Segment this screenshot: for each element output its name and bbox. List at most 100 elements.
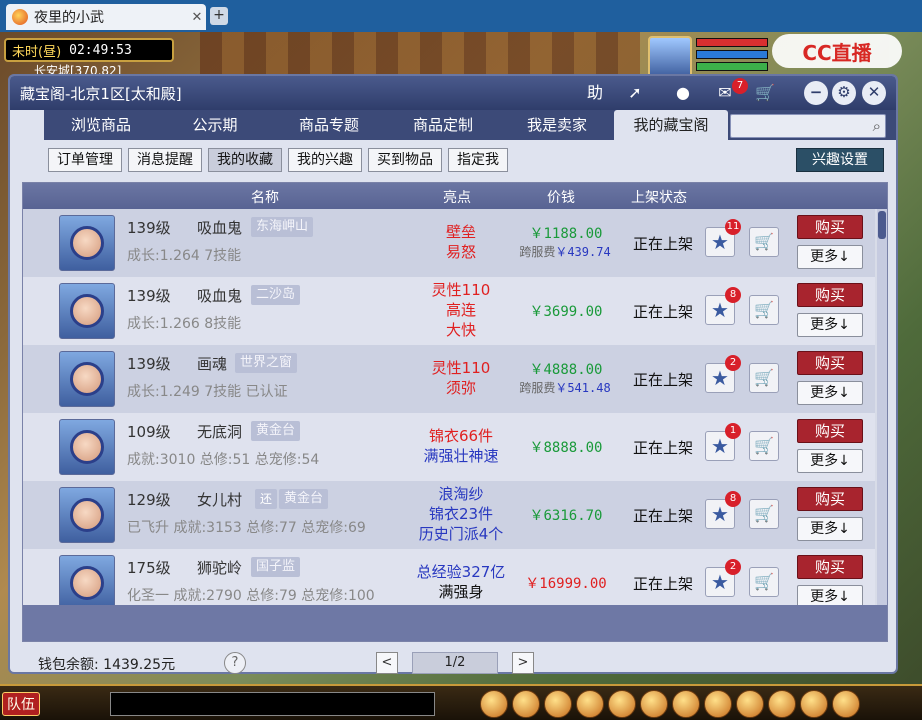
- add-to-cart-icon[interactable]: 🛒: [749, 295, 779, 325]
- add-to-cart-icon[interactable]: 🛒: [749, 499, 779, 529]
- treasure-pavilion-dialog: 藏宝阁-北京1区[太和殿] 助 ➚ ● ✉ 7 🛒 − ⚙ ✕ 浏览商品 公示期…: [8, 74, 898, 674]
- shortcut-icon[interactable]: [704, 690, 732, 718]
- shortcut-icon[interactable]: [544, 690, 572, 718]
- minimize-button[interactable]: −: [804, 81, 828, 105]
- subtab-notifications[interactable]: 消息提醒: [128, 148, 202, 172]
- shortcut-icon[interactable]: [512, 690, 540, 718]
- subtab-interests[interactable]: 我的兴趣: [288, 148, 362, 172]
- browser-tab[interactable]: 夜里的小武 ✕: [6, 4, 206, 30]
- record-icon[interactable]: ●: [670, 81, 696, 105]
- character-avatar[interactable]: [59, 419, 115, 475]
- character-summary: 成长:1.249 7技能 已认证: [127, 384, 288, 400]
- shortcut-icon[interactable]: [608, 690, 636, 718]
- search-input[interactable]: ⌕: [730, 114, 886, 138]
- character-avatar[interactable]: [59, 487, 115, 543]
- tab-topics[interactable]: 商品专题: [272, 110, 386, 140]
- shortcut-icon[interactable]: [480, 690, 508, 718]
- subtab-assigned-to-me[interactable]: 指定我: [448, 148, 508, 172]
- col-status: 上架状态: [631, 190, 687, 206]
- close-tab-icon[interactable]: ✕: [188, 10, 206, 25]
- tab-browse[interactable]: 浏览商品: [44, 110, 158, 140]
- add-to-cart-icon[interactable]: 🛒: [749, 363, 779, 393]
- table-body[interactable]: 139级 吸血鬼 东海岬山 成长:1.264 7技能 壁垒 易怒 ￥1188.00 跨服费￥4…: [23, 209, 875, 605]
- shortcut-icon[interactable]: [800, 690, 828, 718]
- shortcut-icon[interactable]: [832, 690, 860, 718]
- wallet-balance: 钱包余额: 1439.25元: [38, 654, 175, 674]
- interest-settings-button[interactable]: 兴趣设置: [796, 148, 884, 172]
- buy-button[interactable]: 购买: [797, 215, 863, 239]
- tab-public[interactable]: 公示期: [158, 110, 272, 140]
- next-page-button[interactable]: >: [512, 652, 534, 674]
- more-button[interactable]: 更多↓: [797, 313, 863, 337]
- shortcut-icon[interactable]: [640, 690, 668, 718]
- add-to-cart-icon[interactable]: 🛒: [749, 567, 779, 597]
- character-avatar[interactable]: [59, 351, 115, 407]
- scrollbar-thumb[interactable]: [878, 211, 886, 239]
- character-level: 109级: [127, 423, 171, 441]
- add-to-cart-icon[interactable]: 🛒: [749, 431, 779, 461]
- more-button[interactable]: 更多↓: [797, 585, 863, 605]
- subtab-orders[interactable]: 订单管理: [48, 148, 122, 172]
- buy-button[interactable]: 购买: [797, 351, 863, 375]
- subtab-purchased[interactable]: 买到物品: [368, 148, 442, 172]
- subtab-favorites[interactable]: 我的收藏: [208, 148, 282, 172]
- more-button[interactable]: 更多↓: [797, 381, 863, 405]
- favorite-count-badge: 2: [725, 355, 741, 371]
- more-button[interactable]: 更多↓: [797, 517, 863, 541]
- character-avatar[interactable]: [59, 283, 115, 339]
- table-row[interactable]: 139级 吸血鬼 东海岬山 成长:1.264 7技能 壁垒 易怒 ￥1188.00 跨服费￥4…: [23, 209, 875, 277]
- table-row[interactable]: 139级 画魂 世界之窗 成长:1.249 7技能 已认证 灵性110 须弥 ￥4888.0…: [23, 345, 875, 413]
- prev-page-button[interactable]: <: [376, 652, 398, 674]
- shortcut-icon[interactable]: [768, 690, 796, 718]
- table-row[interactable]: 139级 吸血鬼 二沙岛 成长:1.266 8技能 灵性110 高连 大快 ￥3699.00 正…: [23, 277, 875, 345]
- character-avatar[interactable]: [59, 555, 115, 605]
- listing-status: 正在上架: [632, 439, 693, 457]
- chat-input[interactable]: [110, 692, 435, 716]
- page-indicator: 1/2: [412, 652, 498, 674]
- hp-bar: [696, 38, 768, 47]
- tab-custom[interactable]: 商品定制: [386, 110, 500, 140]
- highlight-text: 满强身: [438, 583, 484, 601]
- listing-status: 正在上架: [632, 575, 693, 593]
- tab-seller[interactable]: 我是卖家: [500, 110, 614, 140]
- highlight-text: 灵性110: [431, 281, 491, 299]
- highlight-text: 锦衣23件: [428, 505, 494, 523]
- share-icon[interactable]: ➚: [622, 81, 648, 105]
- close-dialog-button[interactable]: ✕: [862, 81, 886, 105]
- table-scrollbar[interactable]: [877, 209, 887, 605]
- highlight-text: 灵性110: [431, 359, 491, 377]
- price: ￥3699.00: [529, 304, 603, 320]
- buy-button[interactable]: 购买: [797, 283, 863, 307]
- table-row[interactable]: 129级 女儿村还黄金台 已飞升 成就:3153 总修:77 总宠修:69 浪淘纱 锦衣…: [23, 481, 875, 549]
- table-header: 名称 亮点 价钱 上架状态: [23, 183, 887, 209]
- table-row[interactable]: 175级 狮驼岭 国子监 化圣一 成就:2790 总修:79 总宠修:100 总经验32…: [23, 549, 875, 605]
- highlight-text: 总经验327亿: [416, 563, 506, 581]
- team-button[interactable]: 队伍: [2, 692, 40, 716]
- buy-button[interactable]: 购买: [797, 555, 863, 579]
- buy-button[interactable]: 购买: [797, 419, 863, 443]
- cart-icon[interactable]: 🛒: [752, 81, 778, 105]
- cross-server-fee: 跨服费￥439.74: [505, 243, 625, 260]
- shortcut-icon[interactable]: [576, 690, 604, 718]
- new-tab-button[interactable]: +: [210, 7, 228, 25]
- settings-gear-icon[interactable]: ⚙: [832, 81, 856, 105]
- mp-bar: [696, 50, 768, 59]
- tab-my-pavilion[interactable]: 我的藏宝阁: [614, 110, 728, 140]
- more-button[interactable]: 更多↓: [797, 449, 863, 473]
- wallet-help-icon[interactable]: ?: [224, 652, 246, 674]
- server-tag: 东海岬山: [251, 217, 314, 237]
- avatar-face: [70, 294, 104, 328]
- character-avatar[interactable]: [59, 215, 115, 271]
- more-button[interactable]: 更多↓: [797, 245, 863, 269]
- fee-label: 跨服费: [519, 381, 556, 395]
- fee-label: 跨服费: [519, 245, 556, 259]
- table-row[interactable]: 109级 无底洞 黄金台 成就:3010 总修:51 总宠修:54 锦衣66件 满强壮神速…: [23, 413, 875, 481]
- shortcut-icon[interactable]: [736, 690, 764, 718]
- search-icon[interactable]: ⌕: [873, 117, 881, 135]
- sp-bar: [696, 62, 768, 71]
- help-button[interactable]: 助: [582, 81, 608, 105]
- server-tag: 二沙岛: [251, 285, 301, 305]
- shortcut-icon[interactable]: [672, 690, 700, 718]
- buy-button[interactable]: 购买: [797, 487, 863, 511]
- add-to-cart-icon[interactable]: 🛒: [749, 227, 779, 257]
